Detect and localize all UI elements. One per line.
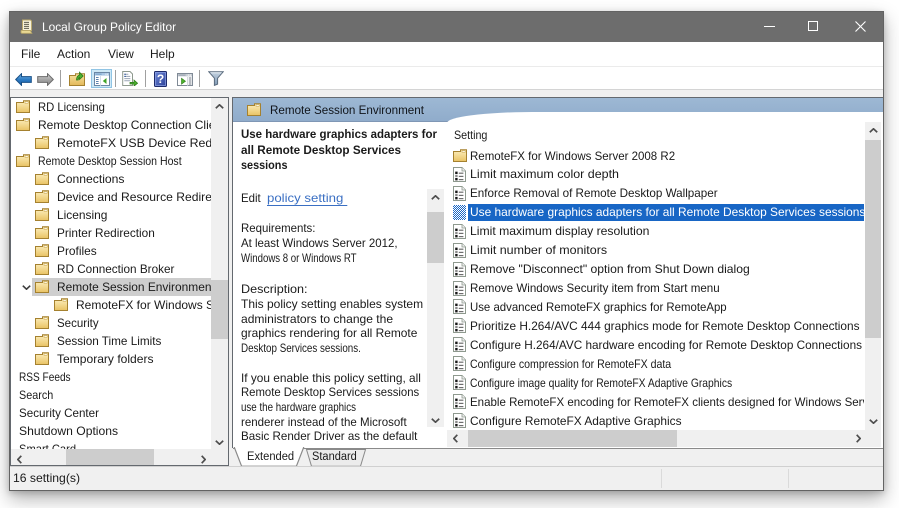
svg-text:?: ? [157,72,164,86]
